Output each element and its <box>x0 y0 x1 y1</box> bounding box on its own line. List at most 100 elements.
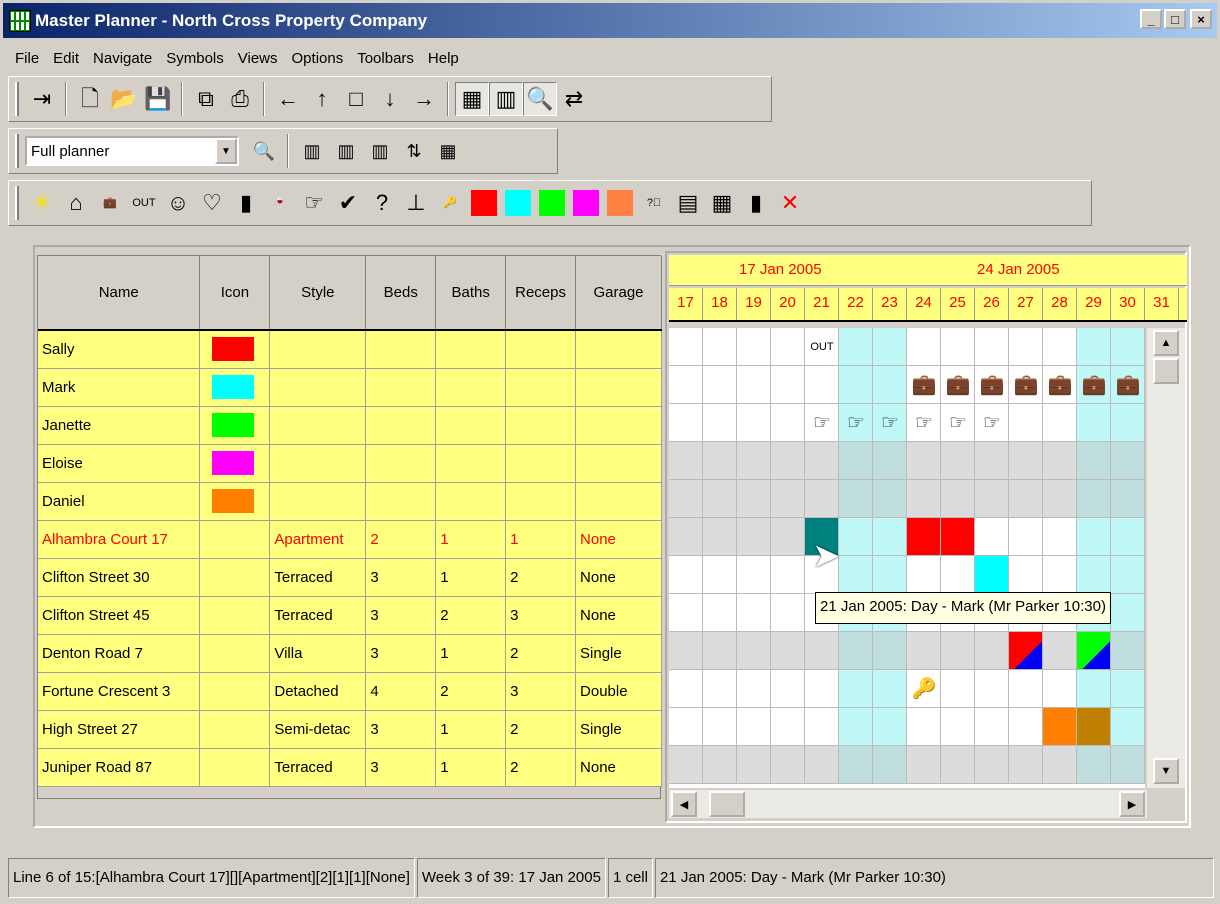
calendar-cell[interactable] <box>839 556 873 594</box>
cell-garage[interactable] <box>575 368 662 407</box>
calendar-cell[interactable] <box>1111 670 1145 708</box>
cell-garage[interactable]: None <box>575 558 662 597</box>
calendar-cell[interactable] <box>1077 328 1111 366</box>
cell-receps[interactable]: 2 <box>505 634 577 673</box>
booking-block[interactable] <box>941 518 975 556</box>
cell-name[interactable]: High Street 27 <box>38 710 201 749</box>
booking-block[interactable] <box>1009 632 1043 670</box>
key-icon[interactable]: 🔑 <box>433 186 467 220</box>
calendar-cell[interactable] <box>703 632 737 670</box>
calendar-cell[interactable] <box>1043 670 1077 708</box>
cell-garage[interactable]: Double <box>575 672 662 711</box>
calendar-cell[interactable] <box>1043 518 1077 556</box>
calendar-cell[interactable] <box>737 404 771 442</box>
calendar-cell[interactable] <box>771 518 805 556</box>
toolbar-grip[interactable] <box>15 134 19 168</box>
calendar-cell[interactable] <box>839 746 873 784</box>
calendar-cell[interactable] <box>805 442 839 480</box>
menu-item-file[interactable]: File <box>8 50 46 67</box>
calendar-cell[interactable] <box>1009 746 1043 784</box>
calendar-cell[interactable] <box>669 404 703 442</box>
save-icon[interactable]: 💾 <box>141 82 175 116</box>
menu-item-views[interactable]: Views <box>231 50 285 67</box>
cell-beds[interactable] <box>365 368 437 407</box>
cell-garage[interactable]: None <box>575 596 662 635</box>
calendar-cell[interactable] <box>669 328 703 366</box>
cell-name[interactable]: Daniel <box>38 482 201 521</box>
cell-style[interactable]: Villa <box>269 634 367 673</box>
calendar-cell[interactable] <box>873 328 907 366</box>
cell-style[interactable] <box>269 482 367 521</box>
calendar-cell[interactable] <box>703 404 737 442</box>
cell-baths[interactable]: 2 <box>435 672 507 711</box>
cell-receps[interactable]: 3 <box>505 596 577 635</box>
calendar-cell[interactable] <box>737 366 771 404</box>
calendar-cell[interactable] <box>1009 518 1043 556</box>
calendar-cell[interactable] <box>873 556 907 594</box>
cell-baths[interactable] <box>435 330 507 369</box>
briefcase-icon[interactable]: 💼 <box>941 366 975 404</box>
calendar-cell[interactable] <box>1009 708 1043 746</box>
column-header-icon[interactable]: Icon <box>199 256 271 331</box>
cell-color[interactable] <box>199 330 271 369</box>
cell-name[interactable]: Sally <box>38 330 201 369</box>
column-header-style[interactable]: Style <box>269 256 367 331</box>
calendar-cell[interactable] <box>771 670 805 708</box>
scroll-thumb-horizontal[interactable] <box>709 791 745 817</box>
calendar-cell[interactable] <box>1009 670 1043 708</box>
calendar-cell[interactable] <box>1077 480 1111 518</box>
menu-item-toolbars[interactable]: Toolbars <box>350 50 421 67</box>
column-header-beds[interactable]: Beds <box>365 256 437 331</box>
table-row[interactable]: Daniel <box>38 482 662 521</box>
table-row[interactable]: Clifton Street 30 Terraced 3 1 2 None <box>38 558 662 597</box>
booking-block[interactable] <box>1043 708 1077 746</box>
day-header[interactable]: 27 <box>1009 288 1043 320</box>
cell-baths[interactable] <box>435 368 507 407</box>
open-folder-icon[interactable]: 📂 <box>107 82 141 116</box>
calendar-cell[interactable] <box>805 670 839 708</box>
calendar-cell[interactable] <box>1111 518 1145 556</box>
calendar-cell[interactable] <box>703 366 737 404</box>
day-header[interactable]: 18 <box>703 288 737 320</box>
calendar-cell[interactable] <box>805 708 839 746</box>
cell-beds[interactable]: 3 <box>365 710 437 749</box>
calendar-cell[interactable] <box>975 328 1009 366</box>
calendar-cell[interactable] <box>771 746 805 784</box>
calendar-cell[interactable] <box>975 518 1009 556</box>
mark-column-icon[interactable]: ▥ <box>363 134 397 168</box>
calendar-cell[interactable] <box>703 594 737 632</box>
calendar-cell[interactable] <box>907 708 941 746</box>
calendar-cell[interactable] <box>703 670 737 708</box>
calendar-cell[interactable] <box>1111 442 1145 480</box>
calendar-cell[interactable] <box>669 556 703 594</box>
scroll-left-button[interactable]: ◀ <box>671 791 697 817</box>
cell-receps[interactable]: 2 <box>505 558 577 597</box>
cell-color[interactable] <box>199 444 271 483</box>
calendar-cell[interactable] <box>703 708 737 746</box>
calendar-cell[interactable] <box>839 708 873 746</box>
calendar-cell[interactable] <box>703 518 737 556</box>
arrow-right-icon[interactable]: → <box>407 82 441 116</box>
question-mark-icon[interactable]: ? <box>365 186 399 220</box>
cell-color[interactable] <box>199 368 271 407</box>
cell-name[interactable]: Fortune Crescent 3 <box>38 672 201 711</box>
calendar-cell[interactable] <box>873 480 907 518</box>
calendar-cell[interactable] <box>737 480 771 518</box>
calendar-cell[interactable] <box>1009 328 1043 366</box>
calendar-cell[interactable] <box>1077 404 1111 442</box>
day-header[interactable]: 26 <box>975 288 1009 320</box>
calendar-cell[interactable] <box>805 746 839 784</box>
calendar-cell[interactable] <box>975 442 1009 480</box>
calendar-cell[interactable] <box>1009 480 1043 518</box>
calendar-icon[interactable]: ▦ <box>431 134 465 168</box>
calendar-cell[interactable] <box>1043 632 1077 670</box>
cell-style[interactable]: Semi-detac <box>269 710 367 749</box>
flag-icon[interactable]: ▮ <box>739 186 773 220</box>
calendar-cell[interactable] <box>669 746 703 784</box>
cell-receps[interactable] <box>505 368 577 407</box>
checkmark-icon[interactable]: ✔ <box>331 186 365 220</box>
cell-style[interactable]: Detached <box>269 672 367 711</box>
column-view-icon[interactable]: ▥ <box>489 82 523 116</box>
calendar-cell[interactable] <box>669 670 703 708</box>
calendar-cell[interactable] <box>1111 632 1145 670</box>
